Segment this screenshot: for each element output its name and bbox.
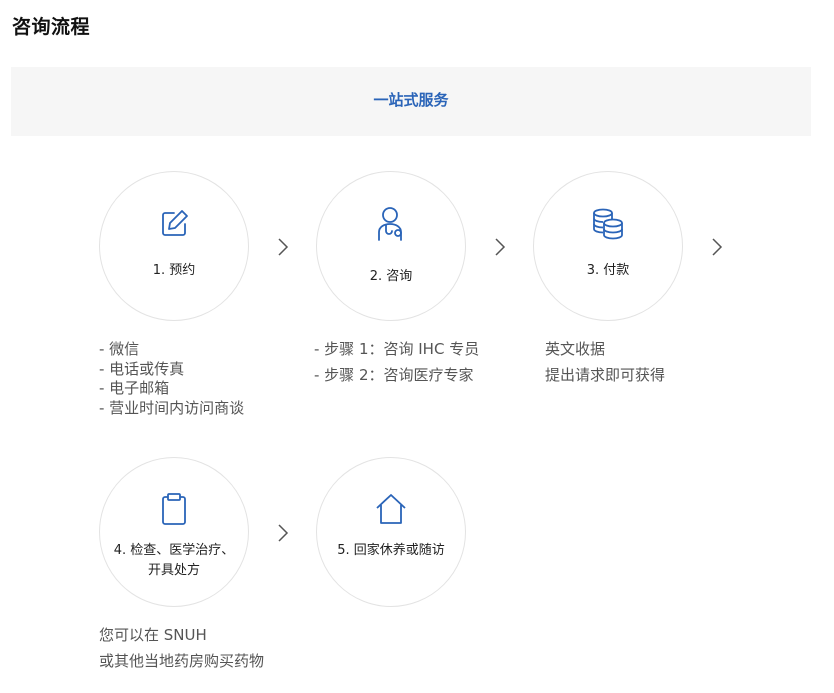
doctor-icon bbox=[375, 206, 407, 246]
page-title: 咨询流程 bbox=[12, 16, 91, 38]
desc-line: - 步骤 2：咨询医疗专家 bbox=[314, 366, 474, 384]
desc-line: 提出请求即可获得 bbox=[545, 366, 666, 384]
step-1-description: - 微信 - 电话或传真 - 电子邮箱 - 营业时间内访问商谈 bbox=[99, 340, 244, 418]
step-2-label: 2. 咨询 bbox=[369, 269, 413, 284]
desc-line: - 步骤 1：咨询 IHC 专员 bbox=[314, 340, 480, 358]
step-2-circle: 2. 咨询 bbox=[316, 171, 466, 321]
home-icon bbox=[374, 492, 408, 530]
clipboard-icon bbox=[160, 492, 188, 530]
step-3-circle: 3. 付款 bbox=[533, 171, 683, 321]
desc-line: - 电子邮箱 bbox=[99, 379, 170, 397]
step-3-description: 英文收据 提出请求即可获得 bbox=[545, 336, 665, 388]
desc-line: 或其他当地药房购买药物 bbox=[99, 652, 265, 670]
step-1-circle: 1. 预约 bbox=[99, 171, 249, 321]
step-4-label: 4. 检查、医学治疗、 开具处方 bbox=[106, 541, 242, 581]
step-4-circle: 4. 检查、医学治疗、 开具处方 bbox=[99, 457, 249, 607]
desc-line: 您可以在 SNUH bbox=[99, 626, 207, 644]
banner-label: 一站式服务 bbox=[373, 91, 449, 109]
step-2-description: - 步骤 1：咨询 IHC 专员 - 步骤 2：咨询医疗专家 bbox=[314, 336, 479, 388]
step-1-label: 1. 预约 bbox=[152, 263, 196, 278]
step-4-description: 您可以在 SNUH 或其他当地药房购买药物 bbox=[99, 622, 264, 674]
chevron-right-icon bbox=[711, 237, 723, 261]
step-4-label-line: 开具处方 bbox=[147, 563, 200, 578]
desc-line: 英文收据 bbox=[545, 340, 606, 358]
edit-icon bbox=[158, 208, 190, 244]
chevron-right-icon bbox=[277, 523, 289, 547]
one-stop-service-banner: 一站式服务 bbox=[11, 67, 811, 136]
desc-line: - 电话或传真 bbox=[99, 359, 185, 378]
step-5-label: 5. 回家休养或随访 bbox=[337, 543, 445, 558]
desc-line: - 微信 bbox=[99, 340, 140, 358]
step-3-label: 3. 付款 bbox=[586, 263, 630, 278]
coins-icon bbox=[591, 208, 625, 244]
chevron-right-icon bbox=[494, 237, 506, 261]
chevron-right-icon bbox=[277, 237, 289, 261]
desc-line: - 营业时间内访问商谈 bbox=[99, 398, 245, 417]
step-4-label-line: 4. 检查、医学治疗、 bbox=[113, 543, 235, 558]
step-5-circle: 5. 回家休养或随访 bbox=[316, 457, 466, 607]
